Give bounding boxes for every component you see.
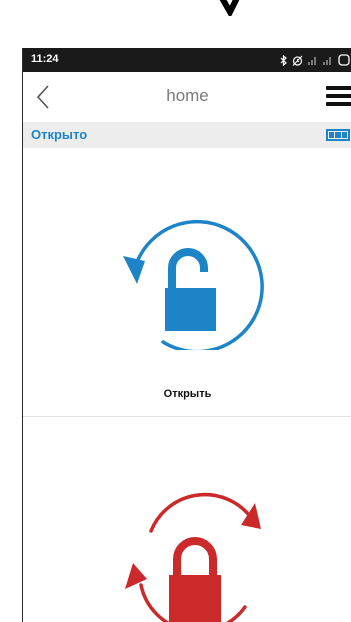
phone-screen: 11:24 home Открыто Открыть: [22, 48, 351, 622]
lock-section[interactable]: [23, 417, 351, 622]
battery-icon: [326, 129, 350, 141]
unlock-section[interactable]: Открыть: [23, 148, 351, 417]
status-icons: [280, 53, 350, 67]
partial-glyph: [219, 0, 240, 16]
phone-battery-icon: [338, 54, 350, 66]
alarm-icon: [292, 55, 303, 66]
signal-icon: [308, 57, 316, 65]
signal-icon: [323, 57, 331, 65]
unlock-rotate-icon[interactable]: [115, 220, 265, 350]
menu-icon[interactable]: [326, 86, 351, 108]
background-strip: [0, 0, 351, 48]
navigation-bar: home: [23, 72, 351, 122]
unlock-button-label[interactable]: Открыть: [23, 388, 351, 400]
bluetooth-icon: [280, 54, 287, 66]
page-title: home: [166, 86, 209, 105]
lock-state-bar: Открыто: [23, 122, 351, 148]
lock-state-text: Открыто: [31, 127, 88, 142]
lock-rotate-icon[interactable]: [119, 477, 269, 622]
status-time: 11:24: [31, 53, 59, 65]
status-bar: 11:24: [23, 48, 351, 72]
